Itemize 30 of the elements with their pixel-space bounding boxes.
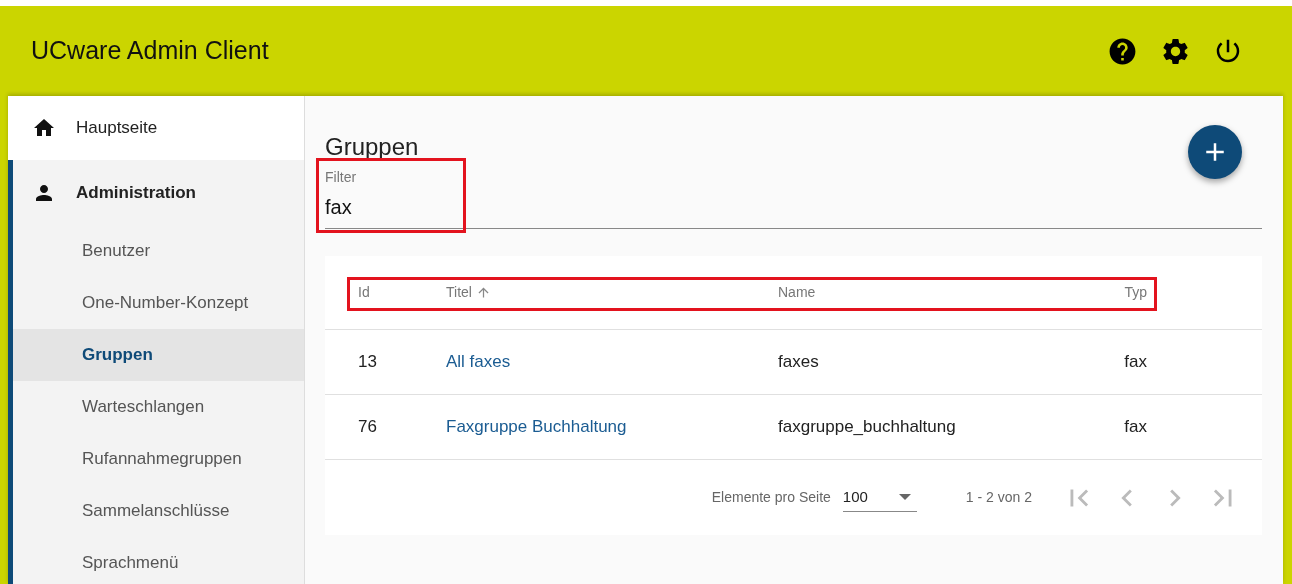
column-header[interactable]: Typ	[1124, 282, 1147, 303]
table-cell-text: faxgruppe_buchhaltung	[778, 416, 957, 439]
table-cell-text: 13	[358, 351, 378, 374]
filter-label: Filter	[325, 168, 358, 187]
nav-subitem[interactable]: Gruppen	[13, 329, 304, 381]
filter-field[interactable]: Filter fax	[325, 163, 1262, 229]
table-cell-text: faxes	[778, 351, 820, 374]
app-title: UCware Admin Client	[31, 35, 269, 67]
page-title: Gruppen	[325, 132, 419, 162]
page-size-select[interactable]: 100	[842, 483, 917, 512]
filter-input[interactable]: fax	[325, 192, 1262, 222]
table-cell-text: fax	[1124, 351, 1147, 374]
title-link[interactable]: All faxes	[446, 349, 778, 375]
page-size-label: Elemente pro Seite	[711, 488, 831, 507]
add-button[interactable]	[1188, 125, 1242, 179]
nav-subitem[interactable]: Sammelanschlüsse	[13, 485, 304, 537]
range-label: 1 - 2 von 2	[965, 488, 1032, 507]
title-link[interactable]: Faxgruppe Buchhaltung	[446, 414, 778, 440]
caret-icon	[898, 494, 911, 500]
column-header[interactable]: Id	[358, 282, 446, 303]
nav-subitem[interactable]: Sprachmenü	[13, 537, 304, 584]
column-header[interactable]: Titel	[446, 282, 778, 303]
column-header[interactable]: Name	[778, 282, 1125, 303]
nav-item[interactable]: Hauptseite	[8, 96, 304, 160]
nav-subitem[interactable]: Rufannahmegruppen	[13, 433, 304, 485]
table-cell-text: 76	[358, 416, 378, 439]
nav-subitem[interactable]: Warteschlangen	[13, 381, 304, 433]
nav-subitem[interactable]: Benutzer	[13, 225, 304, 277]
table-cell-text: fax	[1124, 416, 1147, 439]
nav-subitem[interactable]: One-Number-Konzept	[13, 277, 304, 329]
